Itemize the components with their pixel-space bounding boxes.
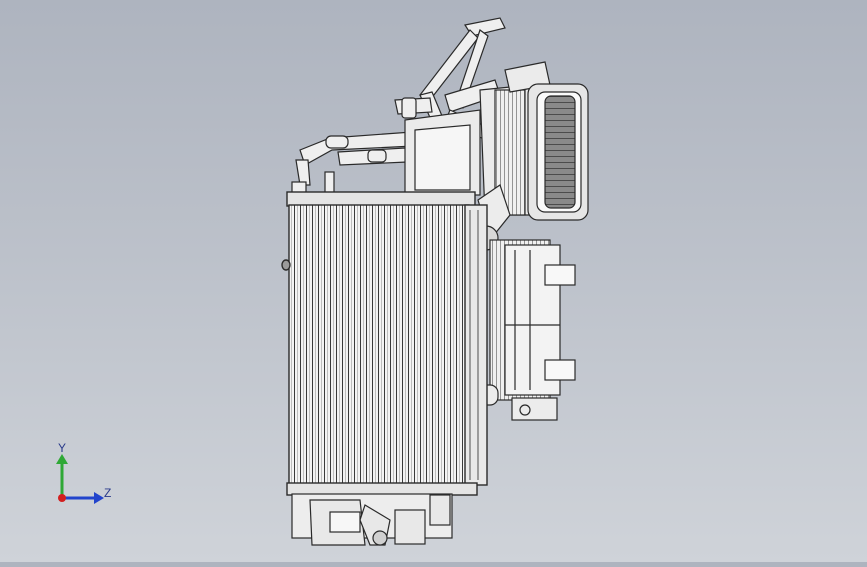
- z-axis-label: Z: [104, 486, 112, 500]
- axis-triad: Y Z: [44, 440, 124, 510]
- cad-3d-viewport[interactable]: Y Z: [0, 0, 867, 562]
- y-axis-arrowhead: [56, 454, 68, 464]
- cad-model-drawing[interactable]: [0, 0, 867, 562]
- y-axis-label: Y: [58, 441, 67, 455]
- axis-triad-arrows: [56, 454, 104, 504]
- bottom-bracket-assembly: [291, 493, 453, 546]
- z-axis-arrowhead: [94, 492, 104, 504]
- radiator-core: [281, 191, 488, 496]
- x-axis-origin: [58, 494, 66, 502]
